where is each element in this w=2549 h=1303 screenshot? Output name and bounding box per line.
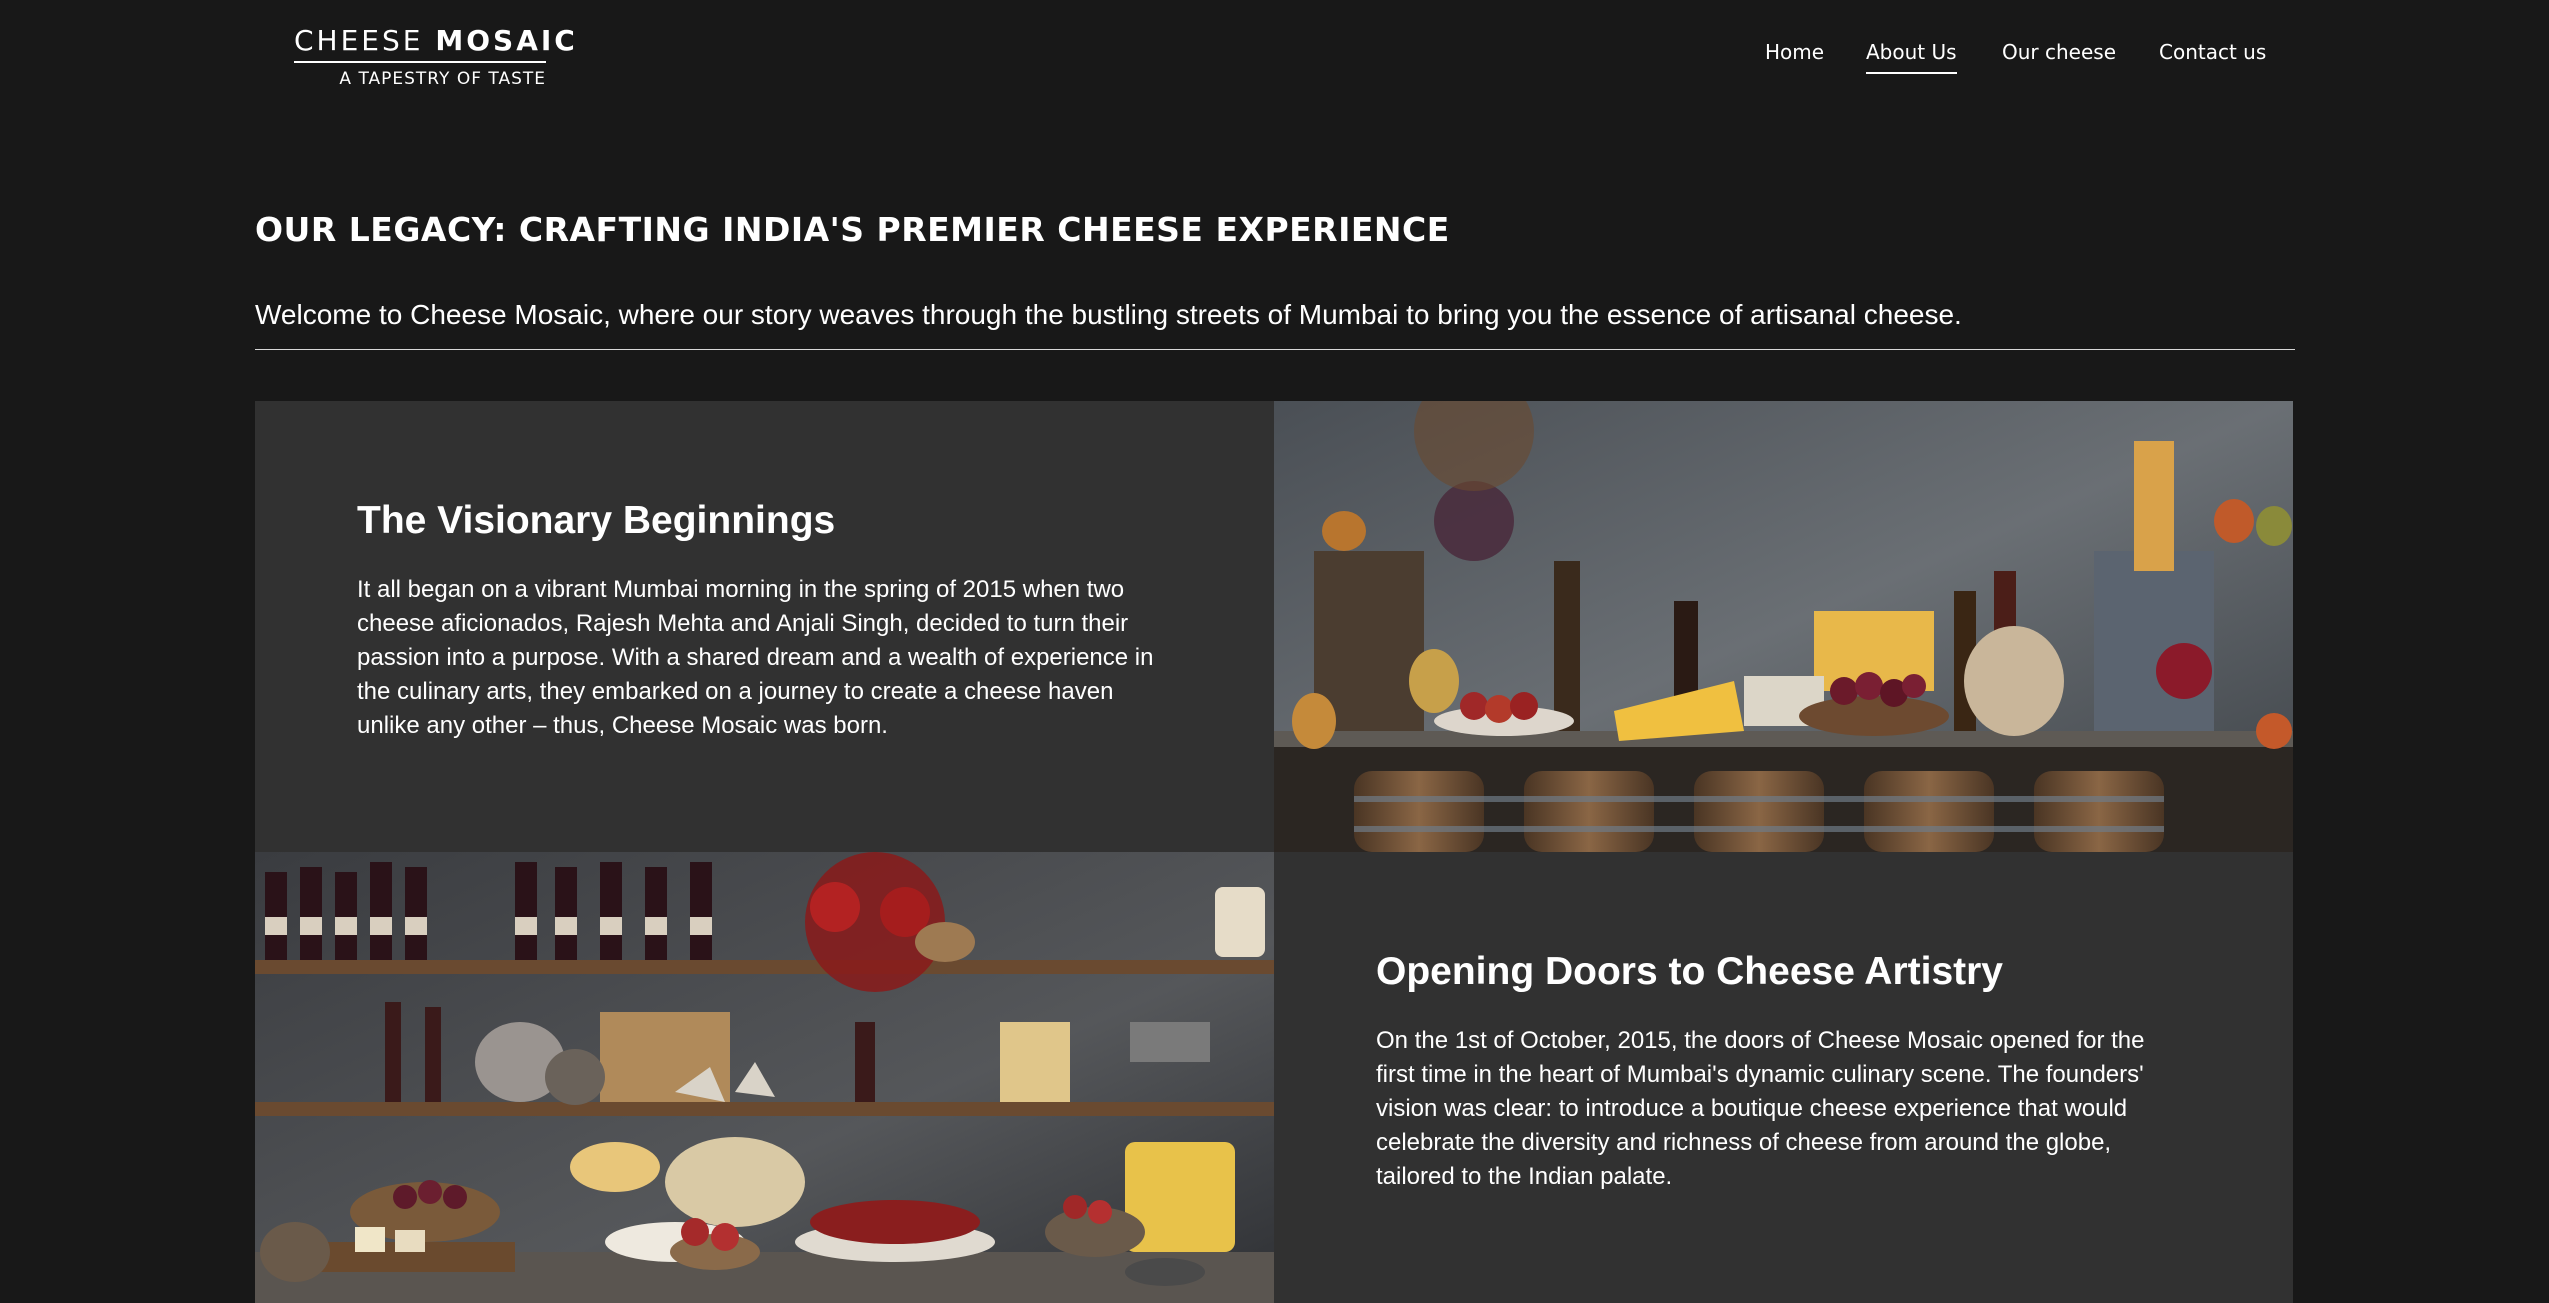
intro-section: OUR LEGACY: CRAFTING INDIA'S PREMIER CHE…: [255, 210, 2295, 350]
section-body: On the 1st of October, 2015, the doors o…: [1376, 1027, 2145, 1190]
intro-lead: Welcome to Cheese Mosaic, where our stor…: [255, 299, 2295, 350]
main-nav: Home About Us Our cheese Contact us: [0, 40, 2549, 80]
story-grid: The Visionary Beginnings It all began on…: [255, 401, 2293, 1303]
section-body: It all began on a vibrant Mumbai morning…: [357, 576, 1154, 739]
section-title: Opening Doors to Cheese Artistry: [1376, 950, 2003, 993]
story-block-opening: Opening Doors to Cheese Artistry On the …: [1274, 852, 2293, 1303]
nav-contact-us[interactable]: Contact us: [2159, 40, 2266, 72]
cheese-shelves-photo: [255, 852, 1274, 1303]
page-title: OUR LEGACY: CRAFTING INDIA'S PREMIER CHE…: [255, 210, 1450, 249]
nav-home[interactable]: Home: [1765, 40, 1824, 72]
nav-our-cheese[interactable]: Our cheese: [2002, 40, 2116, 72]
site-header: CHEESE MOSAIC A TAPESTRY OF TASTE Home A…: [0, 0, 2549, 110]
nav-about-us[interactable]: About Us: [1866, 40, 1957, 74]
cheese-table-photo: [1274, 401, 2293, 852]
story-block-beginnings: The Visionary Beginnings It all began on…: [255, 401, 1274, 852]
section-title: The Visionary Beginnings: [357, 499, 836, 542]
